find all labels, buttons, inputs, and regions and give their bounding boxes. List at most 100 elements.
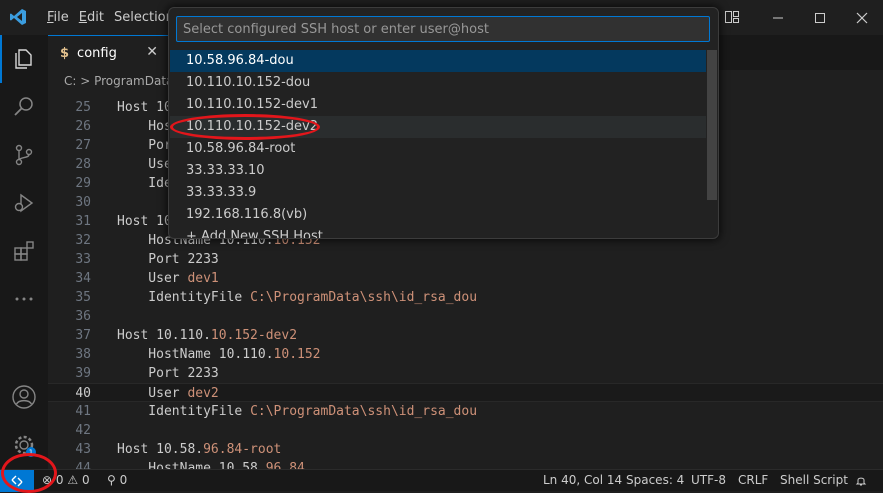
code-line[interactable]: 36 <box>48 307 883 326</box>
run-debug-icon <box>14 193 34 213</box>
add-new-ssh-host-item[interactable]: + Add New SSH Host... <box>170 226 706 238</box>
close-icon <box>856 12 868 23</box>
line-number: 25 <box>75 100 91 115</box>
search-button[interactable] <box>0 83 48 131</box>
more-views-button[interactable] <box>0 275 48 323</box>
menu-edit[interactable]: Edit <box>74 0 109 35</box>
language-mode[interactable]: Shell Script <box>780 470 848 491</box>
code-text: HostName 10.58.96.84 <box>117 461 305 469</box>
ssh-host-input[interactable] <box>176 16 710 42</box>
line-number: 28 <box>75 157 91 172</box>
line-number: 40 <box>75 386 91 401</box>
line-number: 36 <box>75 309 91 324</box>
code-line[interactable]: 43 Host 10.58.96.84-root <box>48 440 883 459</box>
code-line[interactable]: 33 Port 2233 <box>48 250 883 269</box>
code-line[interactable]: 35 IdentityFile C:\ProgramData\ssh\id_rs… <box>48 288 883 307</box>
code-line[interactable]: 34 User dev1 <box>48 269 883 288</box>
code-text: User dev2 <box>117 386 219 401</box>
list-item[interactable]: 33.33.33.10 <box>170 160 706 182</box>
code-text: Host 10 <box>117 214 172 229</box>
line-number: 43 <box>75 442 91 457</box>
line-number: 30 <box>75 195 91 210</box>
eol-setting[interactable]: CRLF <box>738 470 768 491</box>
shell-file-icon: $ <box>60 45 70 61</box>
source-control-icon <box>15 144 33 166</box>
code-line[interactable]: 39 Port 2233 <box>48 364 883 383</box>
list-item[interactable]: 10.58.96.84-dou <box>170 50 706 72</box>
ssh-host-list: 10.58.96.84-dou 10.110.10.152-dou 10.110… <box>170 50 706 238</box>
code-text: Use <box>117 157 172 172</box>
close-window-button[interactable] <box>841 0 883 35</box>
code-text: User dev1 <box>117 271 219 286</box>
tab-config[interactable]: $ config ✕ <box>48 35 168 70</box>
list-scrollbar[interactable] <box>707 50 717 200</box>
warning-icon: ⚠ <box>67 473 79 487</box>
files-icon <box>15 49 32 69</box>
line-number: 31 <box>75 214 91 229</box>
cursor-position[interactable]: Ln 40, Col 14 <box>543 470 622 491</box>
notifications-button[interactable] <box>855 470 867 491</box>
code-text: Host 10 <box>117 100 172 115</box>
code-line[interactable]: 38 HostName 10.110.10.152 <box>48 345 883 364</box>
maximize-button[interactable] <box>799 0 841 35</box>
minimize-button[interactable] <box>757 0 799 35</box>
code-line[interactable]: 37 Host 10.110.10.152-dev2 <box>48 326 883 345</box>
vscode-logo-icon <box>10 9 26 25</box>
tab-label: config <box>77 45 117 61</box>
indentation-setting[interactable]: Spaces: 4 <box>626 470 684 491</box>
close-tab-icon[interactable]: ✕ <box>146 44 158 60</box>
breadcrumb-path[interactable]: C: > ProgramData <box>64 74 173 88</box>
code-text: Hos <box>117 119 172 134</box>
run-debug-button[interactable] <box>0 179 48 227</box>
radio-tower-icon: ⚲ <box>107 473 116 487</box>
line-number: 29 <box>75 176 91 191</box>
code-line[interactable]: 40 User dev2 <box>48 383 883 402</box>
code-text: Host 10.58.96.84-root <box>117 442 282 457</box>
line-number: 39 <box>75 366 91 381</box>
list-item[interactable]: 10.110.10.152-dev1 <box>170 94 706 116</box>
bell-icon <box>855 477 867 485</box>
code-text: IdentityFile C:\ProgramData\ssh\id_rsa_d… <box>117 290 478 305</box>
active-indicator <box>0 35 2 83</box>
code-text: HostName 10.110.10.152 <box>117 347 321 362</box>
code-text: Port 2233 <box>117 366 219 381</box>
extensions-icon <box>14 241 34 261</box>
search-icon <box>14 97 33 116</box>
annotation-circle-dev2 <box>170 114 320 140</box>
encoding-setting[interactable]: UTF-8 <box>691 470 726 491</box>
line-number: 37 <box>75 328 91 343</box>
list-item[interactable]: 10.110.10.152-dou <box>170 72 706 94</box>
line-number: 41 <box>75 404 91 419</box>
minimize-icon <box>773 17 783 18</box>
line-number: 34 <box>75 271 91 286</box>
annotation-circle-remote <box>1 453 57 493</box>
line-number: 26 <box>75 119 91 134</box>
list-item[interactable]: 33.33.33.9 <box>170 182 706 204</box>
line-number: 32 <box>75 233 91 248</box>
line-number: 35 <box>75 290 91 305</box>
code-line[interactable]: 41 IdentityFile C:\ProgramData\ssh\id_rs… <box>48 402 883 421</box>
source-control-button[interactable] <box>0 131 48 179</box>
customize-layout-icon[interactable] <box>724 9 740 25</box>
code-text: Host 10.110.10.152-dev2 <box>117 328 298 343</box>
list-item[interactable]: 10.58.96.84-root <box>170 138 706 160</box>
maximize-icon <box>815 12 825 23</box>
explorer-button[interactable] <box>0 35 48 83</box>
code-text: Ide <box>117 176 172 191</box>
extensions-button[interactable] <box>0 227 48 275</box>
menu-bar: File Edit Selection <box>42 0 179 35</box>
code-line[interactable]: 44 HostName 10.58.96.84 <box>48 459 883 469</box>
ports-indicator[interactable]: ⚲ 0 <box>107 470 127 491</box>
code-text: IdentityFile C:\ProgramData\ssh\id_rsa_d… <box>117 404 478 419</box>
line-number: 33 <box>75 252 91 267</box>
line-number: 27 <box>75 138 91 153</box>
line-number: 42 <box>75 423 91 438</box>
ellipsis-icon <box>15 297 33 301</box>
list-item[interactable]: 192.168.116.8(vb) <box>170 204 706 226</box>
accounts-button[interactable] <box>0 373 48 421</box>
code-text: Por <box>117 138 172 153</box>
menu-file[interactable]: File <box>42 0 74 35</box>
activity-bar: 1 <box>0 35 48 469</box>
account-icon <box>12 385 36 409</box>
code-line[interactable]: 42 <box>48 421 883 440</box>
